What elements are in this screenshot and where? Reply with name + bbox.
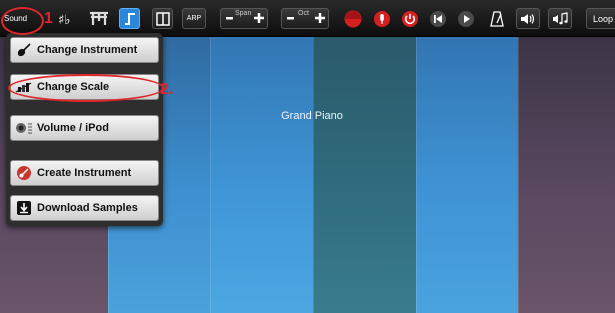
create-instrument-icon (11, 165, 37, 181)
skip-back-button[interactable] (428, 8, 448, 29)
power-icon (402, 10, 418, 27)
play-icon (458, 10, 474, 27)
annotation-step-1: 1 (44, 10, 53, 27)
volume-speaker-icon (521, 13, 535, 24)
minus-icon (287, 17, 294, 20)
span-control: Span (220, 8, 268, 29)
volume-knob-icon (11, 121, 37, 135)
skip-back-icon (430, 10, 446, 27)
octave-minus-button[interactable] (286, 12, 296, 24)
download-samples-button[interactable]: Download Samples (10, 195, 159, 221)
top-toolbar: Sound ♯♭ ARP Span Oct Loop (0, 0, 615, 37)
annotation-circle-sound (1, 7, 44, 35)
menu-item-label: Change Instrument (37, 44, 138, 56)
span-minus-button[interactable] (225, 12, 235, 24)
volume-speaker-button[interactable] (516, 8, 540, 29)
key-column[interactable] (313, 36, 416, 313)
sound-menu: Change Instrument Change Scale Volume / … (6, 33, 163, 226)
create-instrument-button[interactable]: Create Instrument (10, 160, 159, 186)
key-column[interactable] (416, 36, 518, 313)
music-note-button[interactable] (548, 8, 572, 29)
change-instrument-button[interactable]: Change Instrument (10, 37, 159, 63)
plus-icon (254, 13, 264, 23)
arp-button[interactable]: ARP (182, 8, 206, 29)
annotation-circle-change-scale (8, 74, 164, 102)
keyboard-layout-icon (90, 11, 108, 25)
sharp-flat-icon: ♯♭ (58, 13, 70, 27)
app-screen: Grand Piano Sound ♯♭ ARP Span Oct Loop C… (0, 0, 615, 313)
keyboard-layout-button[interactable] (88, 8, 110, 29)
svg-text:♯♭: ♯♭ (58, 13, 70, 27)
octave-label: Oct (298, 10, 309, 17)
menu-item-label: Create Instrument (37, 167, 132, 179)
metronome-button[interactable] (488, 8, 506, 29)
loop-button[interactable]: Loop (586, 8, 615, 29)
split-view-icon (155, 11, 170, 26)
metronome-icon (490, 10, 504, 27)
octave-plus-button[interactable] (314, 12, 326, 24)
glide-icon (124, 12, 135, 25)
record-icon (344, 10, 362, 27)
menu-item-label: Download Samples (37, 202, 138, 214)
minus-icon (226, 17, 233, 20)
power-button[interactable] (400, 8, 420, 29)
download-icon (11, 200, 37, 216)
microphone-button[interactable] (372, 8, 392, 29)
glide-button[interactable] (119, 8, 140, 29)
span-plus-button[interactable] (253, 12, 265, 24)
key-column[interactable] (518, 36, 615, 313)
annotation-step-2: 2. (160, 81, 174, 98)
instrument-name-label: Grand Piano (281, 110, 343, 122)
split-view-button[interactable] (152, 8, 173, 29)
music-note-icon (553, 11, 568, 24)
volume-ipod-button[interactable]: Volume / iPod (10, 115, 159, 141)
guitar-icon (11, 42, 37, 58)
play-button[interactable] (456, 8, 476, 29)
menu-item-label: Volume / iPod (37, 122, 109, 134)
key-column[interactable] (210, 36, 313, 313)
microphone-icon (374, 10, 390, 27)
octave-control: Oct (281, 8, 329, 29)
sharp-flat-button[interactable]: ♯♭ (56, 8, 76, 29)
record-button[interactable] (341, 8, 365, 29)
plus-icon (315, 13, 325, 23)
span-label: Span (235, 10, 252, 17)
